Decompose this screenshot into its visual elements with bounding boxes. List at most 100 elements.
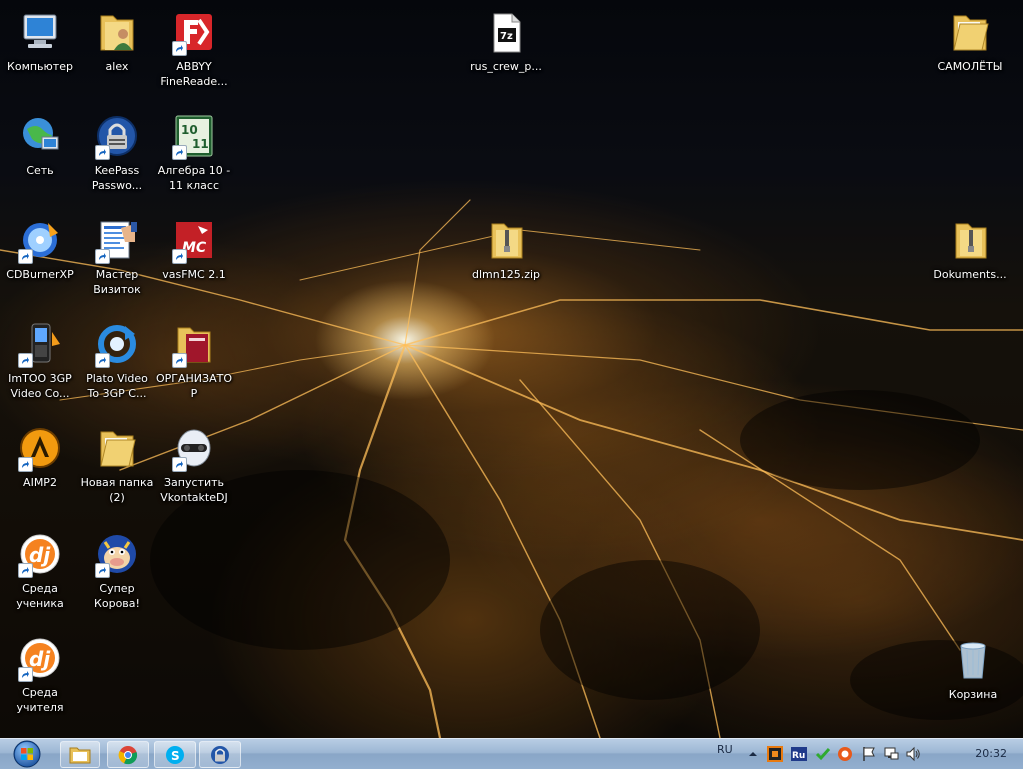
desktop-icon-vasfmc[interactable]: MC vasFMC 2.1 (156, 216, 232, 282)
icon-label: Корзина (948, 688, 998, 701)
icon-label: Супер Корова! (94, 582, 140, 610)
shortcut-arrow-icon (95, 563, 110, 578)
icon-label: Алгебра 10 - 11 класс (157, 164, 231, 192)
desktop-icon-abbyy[interactable]: ABBYY FineReade... (156, 8, 232, 89)
volume-icon[interactable] (905, 746, 921, 762)
icon-label: ОРГАНИЗАТОР (156, 372, 232, 400)
svg-text:11: 11 (192, 137, 209, 151)
tick-icon[interactable] (815, 746, 831, 762)
shortcut-arrow-icon (172, 145, 187, 160)
desktop-icon-dokuments[interactable]: Dokuments... (932, 216, 1008, 282)
zip-folder-icon (482, 216, 530, 264)
shortcut-arrow-icon (172, 41, 187, 56)
language-indicator[interactable]: RU (717, 743, 733, 756)
algebra-icon: 10 11 (170, 112, 218, 160)
vkontaktedj-icon (170, 424, 218, 472)
desktop-icon-master-vizitok[interactable]: Мастер Визиток (79, 216, 155, 297)
taskbar: S RU Ru 20:32 (0, 738, 1023, 769)
desktop-icon-network[interactable]: Сеть (2, 112, 78, 178)
taskbar-explorer-button[interactable] (60, 741, 100, 768)
icon-label: Dokuments... (933, 268, 1007, 281)
desktop-icon-sreda-uchitelya[interactable]: dj Среда учителя (2, 634, 78, 715)
vasfmc-icon: MC (170, 216, 218, 264)
shortcut-arrow-icon (18, 667, 33, 682)
shortcut-arrow-icon (172, 249, 187, 264)
taskbar-keepass-button[interactable] (199, 741, 241, 768)
shortcut-arrow-icon (172, 457, 187, 472)
desktop-icon-organizator[interactable]: ОРГАНИЗАТОР (156, 320, 232, 401)
icon-label: CDBurnerXP (6, 268, 74, 281)
desktop-icon-vkontaktedj[interactable]: Запустить VkontakteDJ (156, 424, 232, 505)
icon-label: ABBYY FineReade... (160, 60, 228, 88)
desktop-icon-recycle-bin[interactable]: Корзина (935, 636, 1011, 702)
app-tray-icon[interactable] (767, 746, 783, 762)
desktop-icon-algebra[interactable]: 10 11 Алгебра 10 - 11 класс (156, 112, 232, 193)
icon-label: Мастер Визиток (93, 268, 141, 296)
shortcut-arrow-icon (172, 353, 187, 368)
icon-label: AIMP2 (23, 476, 57, 489)
desktop-icon-keepass[interactable]: KeePass Passwo... (79, 112, 155, 193)
icon-label: Запустить VkontakteDJ (160, 476, 228, 504)
svg-text:7z: 7z (500, 31, 513, 42)
shortcut-arrow-icon (18, 457, 33, 472)
windows-start-icon (13, 740, 41, 768)
dj-icon: dj (16, 634, 64, 682)
desktop-icon-imtoo[interactable]: ImTOO 3GP Video Co... (2, 320, 78, 401)
icon-label: ImTOO 3GP Video Co... (8, 372, 72, 400)
svg-text:10: 10 (181, 123, 198, 137)
icon-label: Среда учителя (16, 686, 64, 714)
desktop-icon-alex[interactable]: alex (79, 8, 155, 74)
taskbar-skype-button[interactable]: S (154, 741, 196, 768)
icon-label: САМОЛЁТЫ (937, 60, 1003, 73)
icon-label: Сеть (26, 164, 54, 177)
network-tray-icon[interactable] (883, 746, 899, 762)
icon-label: dlmn125.zip (471, 268, 541, 281)
cow-icon (93, 530, 141, 578)
7z-archive-icon: 7z (482, 8, 530, 56)
explorer-icon (69, 747, 91, 763)
plato-icon (93, 320, 141, 368)
chrome-icon (118, 745, 138, 764)
desktop-icon-samolety[interactable]: САМОЛЁТЫ (932, 8, 1008, 74)
shortcut-arrow-icon (95, 145, 110, 160)
abbyy-icon (170, 8, 218, 56)
desktop-icon-dlmn125[interactable]: dlmn125.zip (468, 216, 544, 282)
icon-label: Среда ученика (16, 582, 64, 610)
keepass-icon (93, 112, 141, 160)
icon-label: Plato Video To 3GP C... (86, 372, 148, 400)
clock[interactable]: 20:32 (975, 747, 1007, 760)
desktop-icon-rus-crew[interactable]: 7z rus_crew_p... (468, 8, 544, 74)
desktop-icon-aimp2[interactable]: AIMP2 (2, 424, 78, 490)
desktop-icon-novaya-papka[interactable]: Новая папка (2) (79, 424, 155, 505)
icon-label: rus_crew_p... (470, 60, 542, 73)
show-hidden-icons-icon[interactable] (745, 746, 761, 762)
folder-icon (93, 424, 141, 472)
skype-icon: S (166, 745, 184, 764)
icon-label: KeePass Passwo... (91, 164, 143, 192)
desktop-icon-cdburnerxp[interactable]: CDBurnerXP (2, 216, 78, 282)
business-card-icon (93, 216, 141, 264)
computer-icon (16, 8, 64, 56)
taskbar-chrome-button[interactable] (107, 741, 149, 768)
punto-switcher-icon[interactable]: Ru (791, 746, 807, 762)
desktop-icon-sreda-uchenika[interactable]: dj Среда ученика (2, 530, 78, 611)
browser-tray-icon[interactable] (837, 746, 853, 762)
user-folder-icon (93, 8, 141, 56)
aimp-icon (16, 424, 64, 472)
shortcut-arrow-icon (18, 353, 33, 368)
organizer-icon (170, 320, 218, 368)
zip-folder-icon (946, 216, 994, 264)
folder-icon (946, 8, 994, 56)
action-center-flag-icon[interactable] (861, 746, 877, 762)
svg-text:Ru: Ru (792, 751, 805, 761)
desktop-icon-plato[interactable]: Plato Video To 3GP C... (79, 320, 155, 401)
desktop-icon-super-korova[interactable]: Супер Корова! (79, 530, 155, 611)
dj-icon: dj (16, 530, 64, 578)
desktop-icon-computer[interactable]: Компьютер (2, 8, 78, 74)
start-button[interactable] (4, 740, 50, 768)
icon-label: vasFMC 2.1 (162, 268, 226, 281)
icon-label: Новая папка (2) (80, 476, 154, 504)
shortcut-arrow-icon (95, 353, 110, 368)
svg-text:S: S (171, 749, 180, 763)
shortcut-arrow-icon (18, 563, 33, 578)
